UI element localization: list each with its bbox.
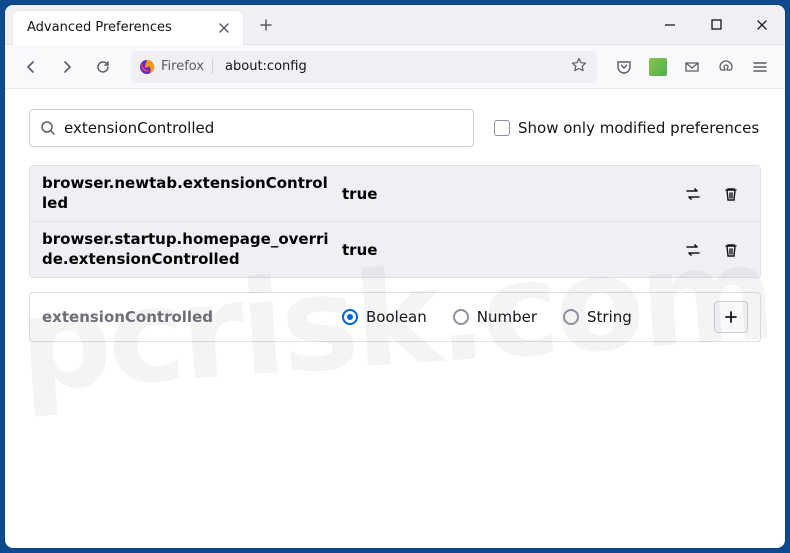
account-icon[interactable] [711,52,741,82]
delete-button[interactable] [714,234,748,266]
pocket-icon[interactable] [609,52,639,82]
forward-button[interactable] [51,51,83,83]
window-controls [647,5,785,45]
toggle-button[interactable] [676,234,710,266]
nav-toolbar: Firefox about:config [5,45,785,89]
delete-button[interactable] [714,178,748,210]
pref-value: true [342,241,676,259]
new-tab-button[interactable] [251,10,281,40]
url-bar[interactable]: Firefox about:config [131,51,597,83]
type-radio-group: Boolean Number String [342,308,714,326]
search-input[interactable] [64,119,463,137]
url-path: about:config [219,59,563,74]
toggle-button[interactable] [676,178,710,210]
minimize-button[interactable] [647,5,693,45]
close-tab-button[interactable] [215,19,233,37]
preference-list: browser.newtab.extensionControlled true … [29,165,761,278]
search-box[interactable] [29,109,474,147]
radio-boolean[interactable]: Boolean [342,308,427,326]
titlebar: Advanced Preferences [5,5,785,45]
back-button[interactable] [15,51,47,83]
radio-number[interactable]: Number [453,308,537,326]
new-pref-row: extensionControlled Boolean Number Strin… [29,292,761,342]
add-pref-button[interactable] [714,301,748,333]
url-origin-label: Firefox [161,59,213,74]
reload-button[interactable] [87,51,119,83]
radio-dot-icon [453,309,469,325]
pref-row[interactable]: browser.startup.homepage_override.extens… [30,222,760,277]
search-row: Show only modified preferences [29,109,761,147]
show-modified-toggle[interactable]: Show only modified preferences [494,119,759,137]
pref-value: true [342,185,676,203]
search-icon [40,120,56,136]
checkbox-icon [494,120,510,136]
radio-dot-icon [342,309,358,325]
browser-window: Advanced Preferences Firefox about:confi… [5,5,785,548]
radio-string[interactable]: String [563,308,632,326]
pref-name: browser.newtab.extensionControlled [42,174,342,213]
extension-icon[interactable] [643,52,673,82]
app-menu-button[interactable] [745,52,775,82]
radio-dot-icon [563,309,579,325]
maximize-button[interactable] [693,5,739,45]
pref-name: browser.startup.homepage_override.extens… [42,230,342,269]
mail-icon[interactable] [677,52,707,82]
tab-advanced-preferences[interactable]: Advanced Preferences [13,11,243,45]
tab-title: Advanced Preferences [27,20,172,35]
new-pref-name: extensionControlled [42,308,342,326]
close-window-button[interactable] [739,5,785,45]
pref-row[interactable]: browser.newtab.extensionControlled true [30,166,760,222]
show-modified-label: Show only modified preferences [518,119,759,137]
page-content: pcrisk.com Show only modified preference… [5,89,785,548]
firefox-logo-icon [139,59,155,75]
bookmark-star-icon[interactable] [569,55,589,79]
